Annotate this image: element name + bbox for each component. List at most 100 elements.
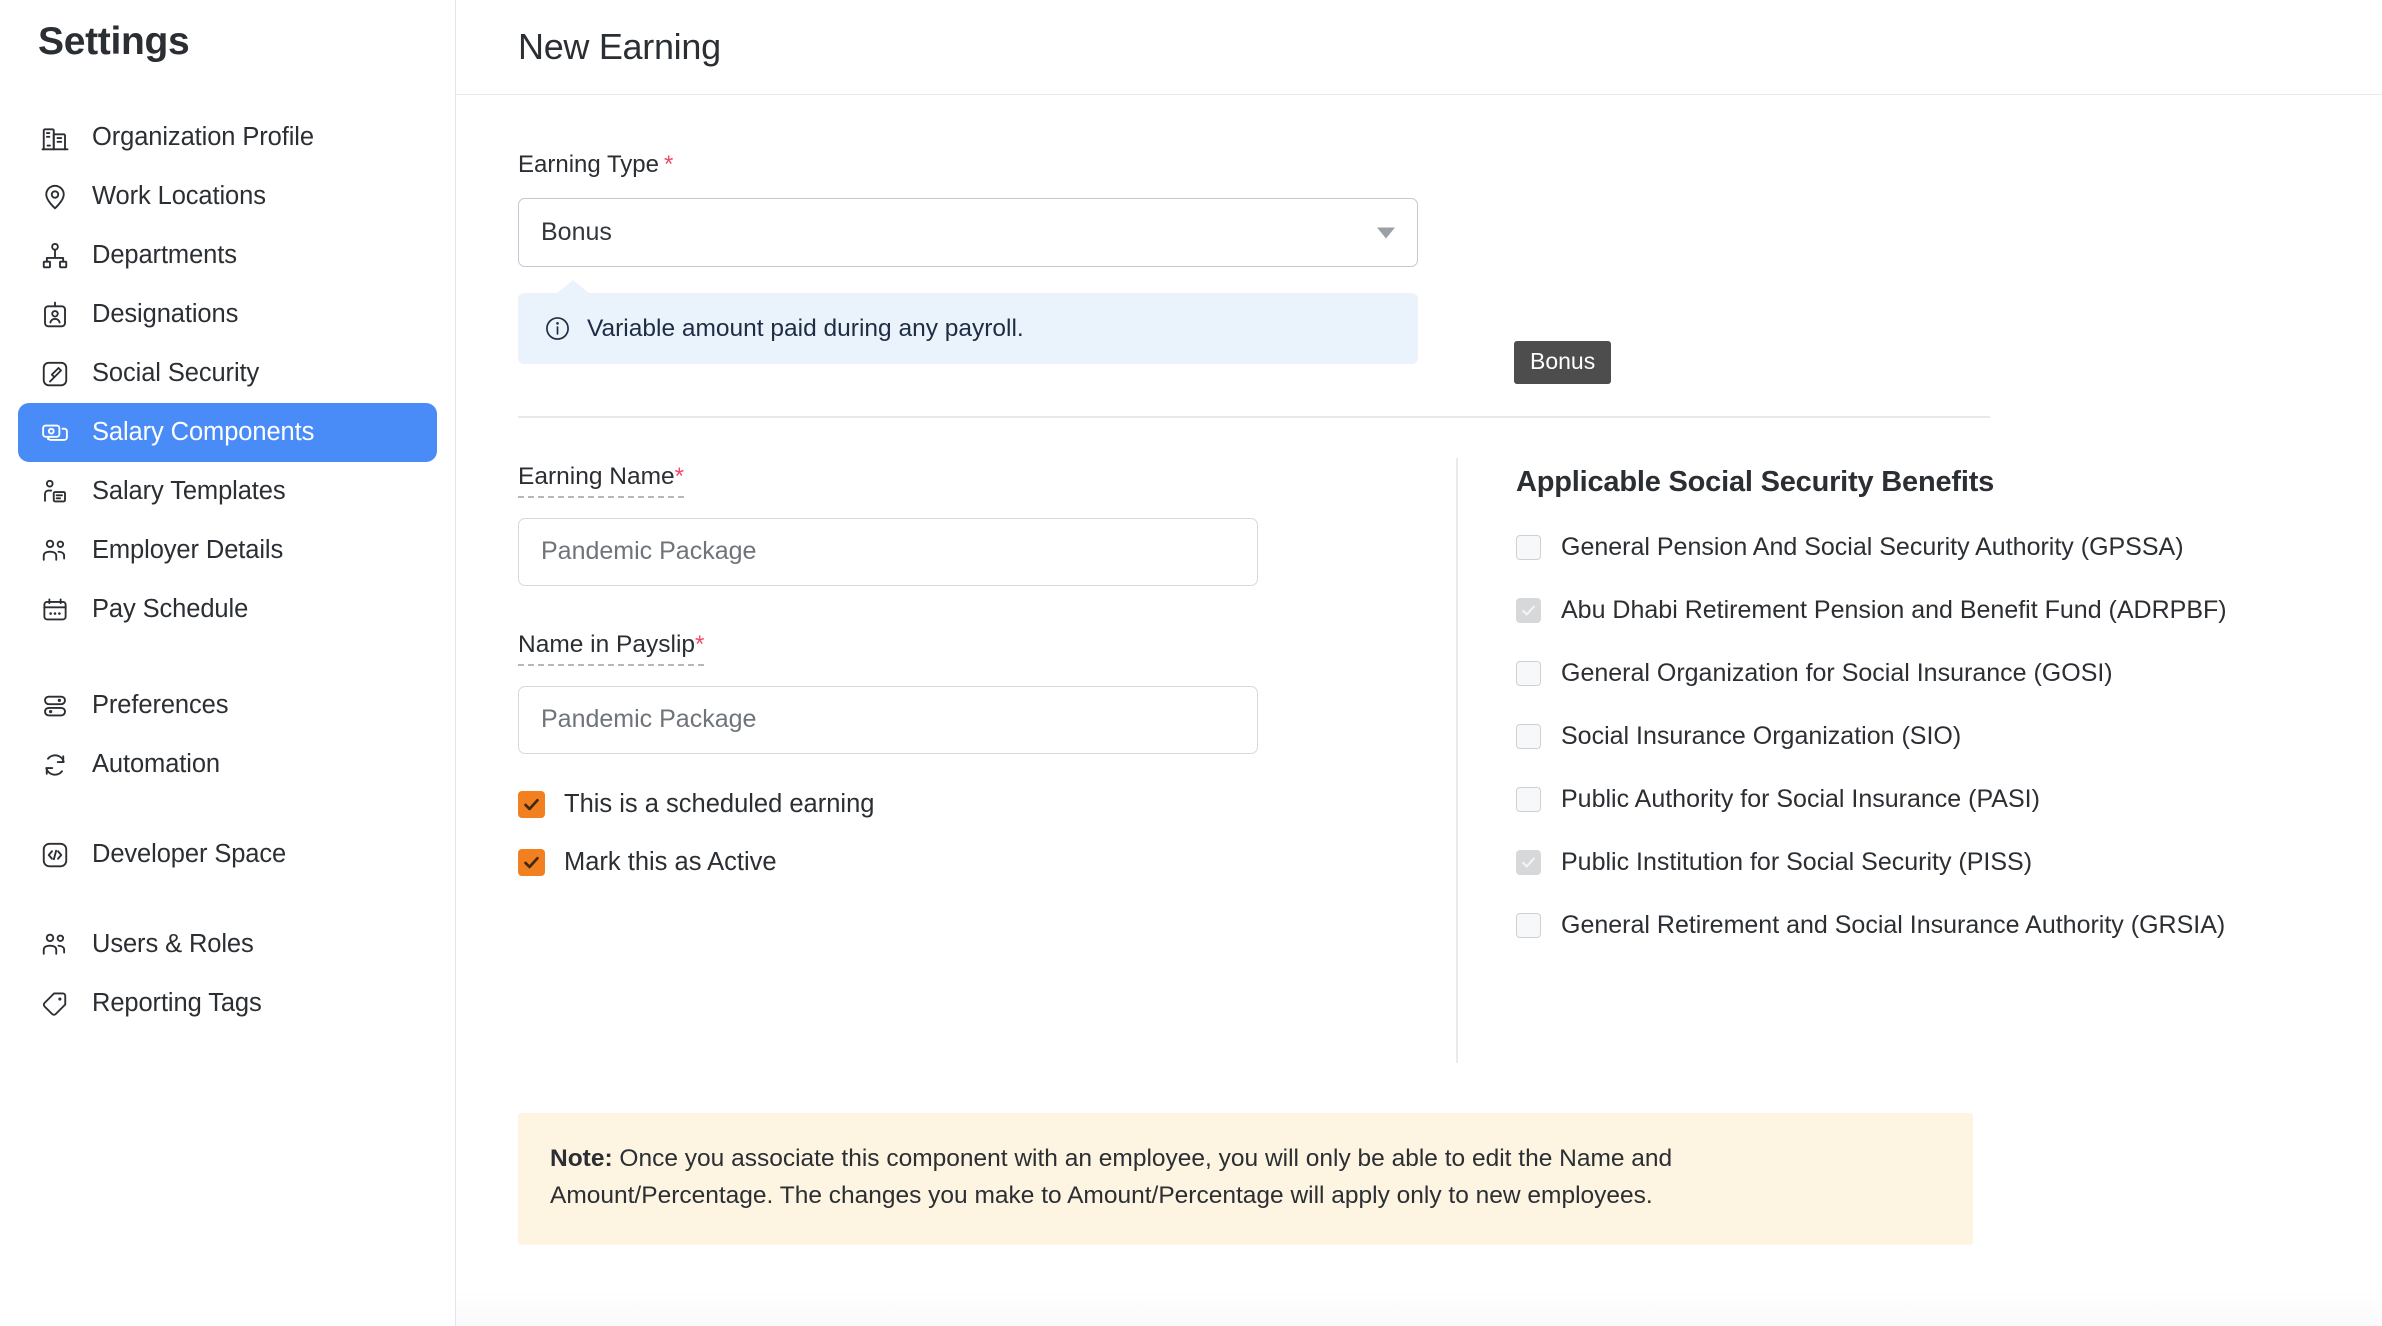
benefit-row-gpssa[interactable]: General Pension And Social Security Auth… (1516, 533, 2382, 562)
sidebar-item-organization-profile[interactable]: Organization Profile (18, 108, 437, 167)
sidebar-item-automation[interactable]: Automation (18, 735, 437, 794)
checkbox-unchecked-icon[interactable] (1516, 661, 1541, 686)
sidebar-item-social-security[interactable]: Social Security (18, 344, 437, 403)
footer-area (456, 1290, 2382, 1326)
sidebar-item-salary-templates[interactable]: Salary Templates (18, 462, 437, 521)
payslip-name-input[interactable] (518, 685, 1258, 754)
benefit-label: Public Authority for Social Insurance (P… (1561, 785, 2040, 813)
required-asterisk: * (695, 630, 705, 658)
cards-stack-icon (38, 416, 72, 450)
sidebar-item-pay-schedule[interactable]: Pay Schedule (18, 580, 437, 639)
sidebar-item-departments[interactable]: Departments (18, 226, 437, 285)
form-columns: Earning Name* Name in Payslip* This (518, 418, 2382, 1067)
gavel-icon (38, 357, 72, 391)
org-chart-icon (38, 239, 72, 273)
scheduled-earning-label: This is a scheduled earning (564, 789, 875, 818)
id-badge-icon (38, 298, 72, 332)
benefit-label: General Organization for Social Insuranc… (1561, 659, 2113, 687)
benefit-row-sio[interactable]: Social Insurance Organization (SIO) (1516, 722, 2382, 751)
sidebar-item-employer-details[interactable]: Employer Details (18, 521, 437, 580)
sidebar-item-label: Departments (92, 241, 237, 269)
nav-group-separator (0, 884, 455, 915)
earning-type-info-banner: Variable amount paid during any payroll. (518, 280, 1418, 364)
benefit-row-piss[interactable]: Public Institution for Social Security (… (1516, 848, 2382, 877)
app-root: Settings Organization Profile Work Locat… (0, 0, 2382, 1326)
benefit-label: Abu Dhabi Retirement Pension and Benefit… (1561, 596, 2227, 624)
benefits-panel-title: Applicable Social Security Benefits (1516, 466, 1995, 498)
chevron-down-icon (1377, 227, 1395, 238)
sidebar-item-label: Employer Details (92, 536, 284, 564)
benefits-panel: Applicable Social Security Benefits Gene… (1458, 418, 2382, 1067)
sidebar-item-label: Pay Schedule (92, 595, 249, 623)
sidebar-item-label: Organization Profile (92, 123, 314, 151)
note-text: Note: Once you associate this component … (550, 1141, 1860, 1215)
calendar-dots-icon (38, 593, 72, 627)
form-left-column: Earning Name* Name in Payslip* This (518, 418, 1456, 1067)
sidebar-item-label: Social Security (92, 359, 260, 387)
sidebar-item-designations[interactable]: Designations (18, 285, 437, 344)
form-content: Earning Type * Bonus Bonus Variable amoun… (456, 95, 2382, 1299)
main-content: New Earning Earning Type * Bonus Bonus Va… (456, 0, 2382, 1326)
mark-active-checkbox-row[interactable]: Mark this as Active (518, 848, 1456, 877)
sidebar-item-developer-space[interactable]: Developer Space (18, 825, 437, 884)
sidebar-item-work-locations[interactable]: Work Locations (18, 167, 437, 226)
benefit-row-gosi[interactable]: General Organization for Social Insuranc… (1516, 659, 2382, 688)
note-body: Once you associate this component with a… (550, 1145, 1673, 1209)
required-asterisk: * (664, 151, 674, 178)
benefit-label: General Pension And Social Security Auth… (1561, 533, 2184, 561)
sidebar-title: Settings (38, 20, 190, 63)
earning-type-label: Earning Type * (518, 151, 673, 179)
earning-name-label-text: Earning Name (518, 463, 675, 490)
payslip-name-label-row: Name in Payslip* (518, 630, 1456, 666)
checkbox-unchecked-icon[interactable] (1516, 787, 1541, 812)
note-box: Note: Once you associate this component … (518, 1113, 1973, 1245)
code-brackets-icon (38, 838, 72, 872)
people-icon (38, 928, 72, 962)
earning-type-select[interactable]: Bonus (518, 198, 1418, 267)
note-prefix: Note: (550, 1145, 613, 1172)
checkbox-unchecked-icon[interactable] (1516, 535, 1541, 560)
checkbox-checked-icon[interactable] (518, 790, 545, 818)
info-circle-icon (544, 315, 571, 342)
benefit-label: Social Insurance Organization (SIO) (1561, 722, 1962, 750)
sidebar-item-label: Automation (92, 750, 220, 778)
sliders-icon (38, 689, 72, 723)
payslip-name-label: Name in Payslip* (518, 630, 705, 666)
sidebar-item-label: Reporting Tags (92, 989, 262, 1017)
info-banner-text: Variable amount paid during any payroll. (587, 314, 1024, 342)
sidebar-item-label: Salary Templates (92, 477, 286, 505)
sidebar-item-preferences[interactable]: Preferences (18, 676, 437, 735)
sidebar-item-label: Preferences (92, 691, 229, 719)
nav-group-separator (0, 794, 455, 825)
benefit-label: Public Institution for Social Security (… (1561, 848, 2033, 876)
tag-icon (38, 987, 72, 1021)
sidebar-item-users-and-roles[interactable]: Users & Roles (18, 915, 437, 974)
checkbox-checked-icon[interactable] (518, 848, 545, 876)
sidebar-item-label: Developer Space (92, 840, 287, 868)
benefit-row-adrpbf[interactable]: Abu Dhabi Retirement Pension and Benefit… (1516, 596, 2382, 625)
checkbox-checked-disabled-icon[interactable] (1516, 598, 1541, 623)
checkbox-unchecked-icon[interactable] (1516, 724, 1541, 749)
earning-name-input[interactable] (518, 517, 1258, 586)
nav-group-separator (0, 639, 455, 676)
sidebar-item-salary-components[interactable]: Salary Components (18, 403, 437, 462)
settings-sidebar: Settings Organization Profile Work Locat… (0, 0, 456, 1326)
person-document-icon (38, 475, 72, 509)
checkbox-checked-disabled-icon[interactable] (1516, 850, 1541, 875)
people-icon (38, 534, 72, 568)
scheduled-earning-checkbox-row[interactable]: This is a scheduled earning (518, 790, 1456, 819)
benefit-label: General Retirement and Social Insurance … (1561, 911, 2226, 939)
page-header: New Earning (456, 0, 2382, 95)
sidebar-item-reporting-tags[interactable]: Reporting Tags (18, 974, 437, 1033)
sidebar-item-label: Designations (92, 300, 239, 328)
sidebar-item-label: Users & Roles (92, 930, 254, 958)
benefit-row-pasi[interactable]: Public Authority for Social Insurance (P… (1516, 785, 2382, 814)
refresh-icon (38, 748, 72, 782)
page-title: New Earning (518, 26, 721, 67)
earning-name-label-row: Earning Name* (518, 463, 1456, 498)
earning-type-label-text: Earning Type (518, 151, 659, 178)
checkbox-unchecked-icon[interactable] (1516, 913, 1541, 938)
settings-nav: Organization Profile Work Locations Depa… (0, 108, 455, 1033)
benefit-row-grsia[interactable]: General Retirement and Social Insurance … (1516, 911, 2382, 940)
required-asterisk: * (674, 463, 684, 490)
